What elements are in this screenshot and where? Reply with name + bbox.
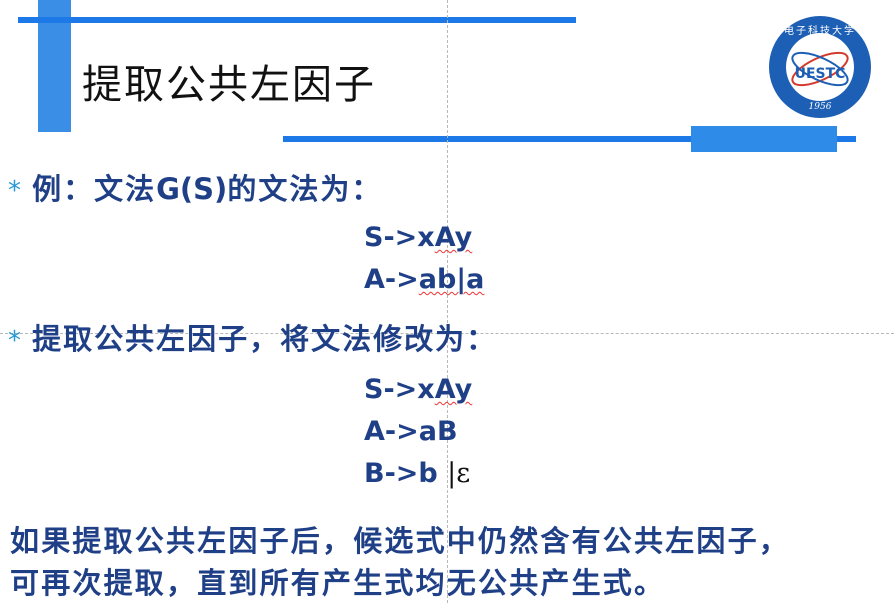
bullet-1-grammar-name: G(S) [156, 172, 228, 206]
grammar-2-line-3-bar: | [447, 458, 457, 489]
slide-title: 提取公共左因子 [82, 62, 376, 108]
bullet-2: * 提取公共左因子，将文法修改为： [8, 316, 497, 358]
bullet-star: * [8, 176, 21, 206]
grammar-1-line-1-head: S->x [364, 222, 435, 253]
bullet-1: * 例：文法G(S)的文法为： [8, 166, 382, 208]
bullet-1-suffix: 的文法为： [227, 172, 383, 206]
decor-top-bar [18, 17, 576, 23]
grammar-2-line-3-head: B->b [364, 458, 448, 489]
grammar-2-line-3: B->b |ε [364, 458, 470, 489]
vertical-guide-line [447, 0, 448, 603]
grammar-1-line-2-head: A-> [364, 264, 419, 295]
decor-middle-block [691, 126, 837, 152]
bottom-text-line-1: 如果提取公共左因子后，候选式中仍然含有公共左因子， [10, 524, 791, 558]
epsilon-symbol: ε [456, 458, 471, 489]
bullet-2-text: 提取公共左因子，将文法修改为： [32, 322, 498, 356]
grammar-2-line-1-tail: Ay [434, 374, 473, 405]
grammar-2-line-1: S->xAy [364, 374, 472, 405]
bottom-text-line-2: 可再次提取，直到所有产生式均无公共产生式。 [10, 566, 666, 600]
university-logo: UESTC 1956 电子科技大学 [767, 14, 873, 120]
bullet-star: * [8, 326, 21, 356]
logo-center-text: UESTC [795, 66, 846, 82]
grammar-1-line-2: A->ab|a [364, 264, 484, 295]
grammar-1-line-1: S->xAy [364, 222, 472, 253]
grammar-1-line-1-tail: Ay [434, 222, 473, 253]
grammar-1-line-2-tail: ab|a [418, 264, 485, 295]
grammar-2-line-2: A->aB [364, 416, 458, 447]
logo-year: 1956 [809, 102, 832, 112]
bullet-1-prefix: 例：文法 [32, 172, 157, 206]
logo-top-text: 电子科技大学 [784, 24, 856, 37]
grammar-2-line-1-head: S->x [364, 374, 435, 405]
